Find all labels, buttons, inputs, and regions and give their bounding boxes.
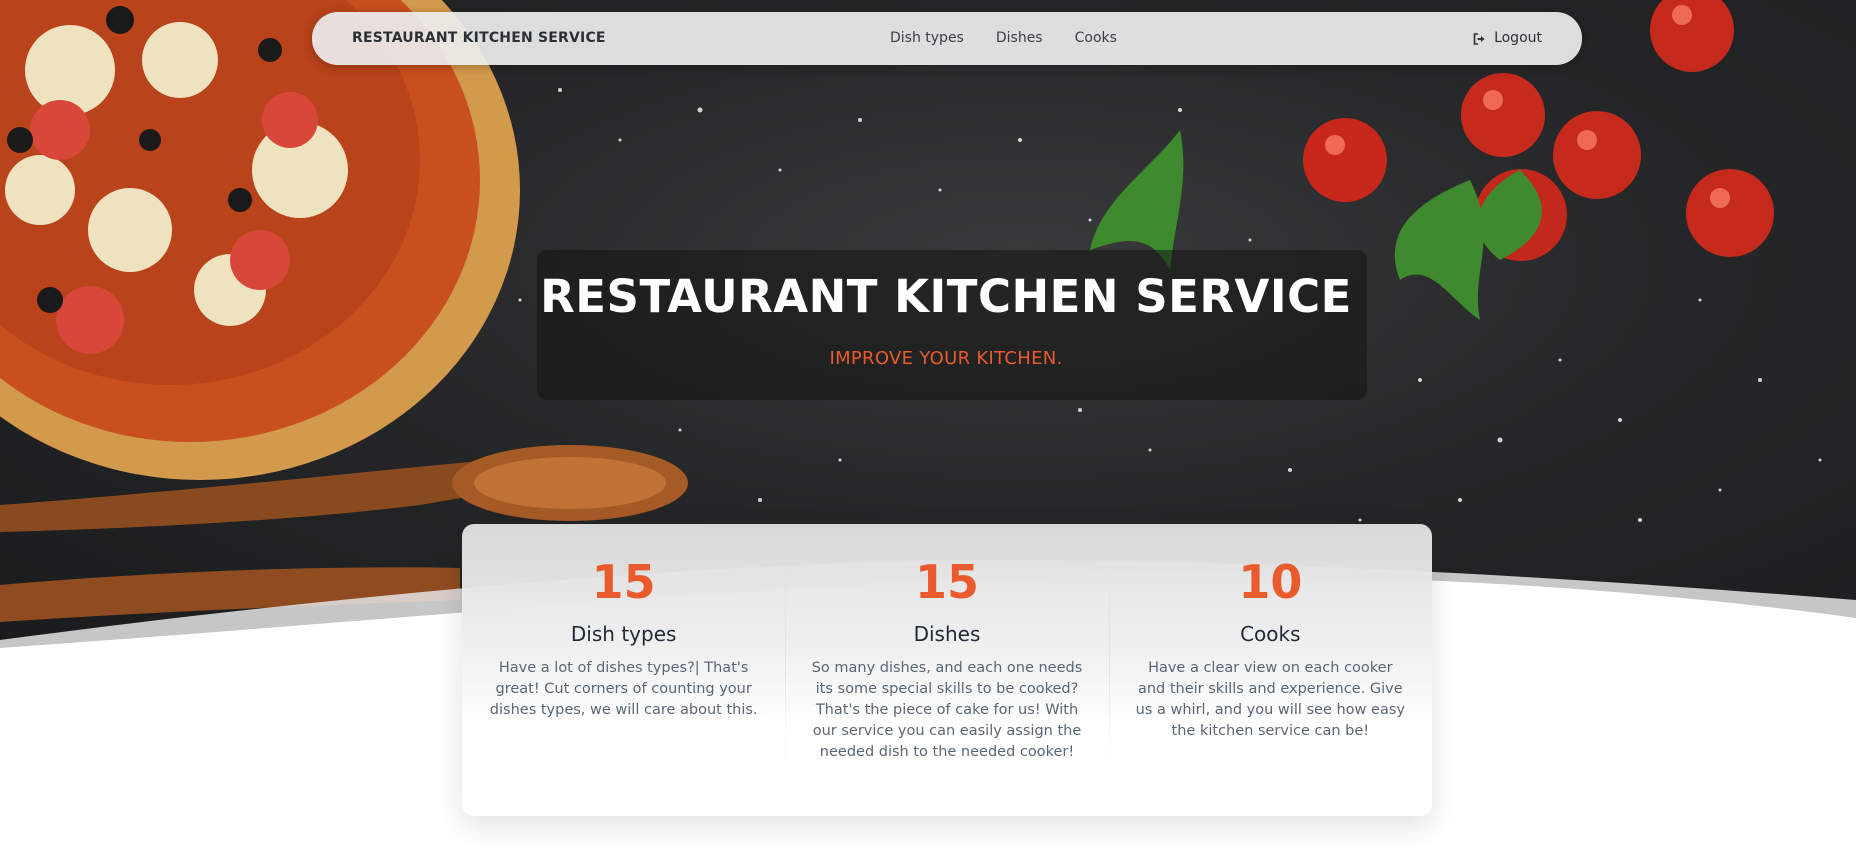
- stat-number: 15: [914, 555, 979, 609]
- stat-description: Have a clear view on each cooker and the…: [1135, 659, 1405, 739]
- logout-label: Logout: [1494, 30, 1542, 46]
- nav-link-dish-types[interactable]: Dish types: [890, 12, 964, 65]
- stat-description: So many dishes, and each one needs its s…: [811, 659, 1083, 760]
- stat-title: Dishes: [913, 621, 981, 646]
- stat-title: Dish types: [570, 621, 677, 646]
- sign-out-icon: [1473, 32, 1485, 45]
- hero-subtitle: IMPROVE YOUR KITCHEN.: [829, 348, 1063, 369]
- stat-number: 15: [591, 555, 656, 609]
- stat-title: Cooks: [1240, 621, 1301, 646]
- nav-links: Dish types Dishes Cooks: [890, 12, 1117, 65]
- stats-card: 15 Dish types Have a lot of dishes types…: [462, 524, 1432, 816]
- stat-cooks: 10 Cooks Have a clear view on each cooke…: [1108, 524, 1432, 816]
- nav-link-dishes[interactable]: Dishes: [996, 12, 1043, 65]
- logout-button[interactable]: Logout: [1473, 12, 1542, 65]
- stat-description: Have a lot of dishes types?| That's grea…: [489, 659, 758, 718]
- stat-dish-types: 15 Dish types Have a lot of dishes types…: [462, 524, 785, 816]
- navbar: RESTAURANT KITCHEN SERVICE Dish types Di…: [312, 12, 1582, 65]
- stat-number: 10: [1238, 555, 1303, 609]
- brand-link[interactable]: RESTAURANT KITCHEN SERVICE: [352, 12, 606, 65]
- stat-dishes: 15 Dishes So many dishes, and each one n…: [785, 524, 1108, 816]
- hero-title: RESTAURANT KITCHEN SERVICE: [540, 270, 1352, 323]
- nav-link-cooks[interactable]: Cooks: [1075, 12, 1117, 65]
